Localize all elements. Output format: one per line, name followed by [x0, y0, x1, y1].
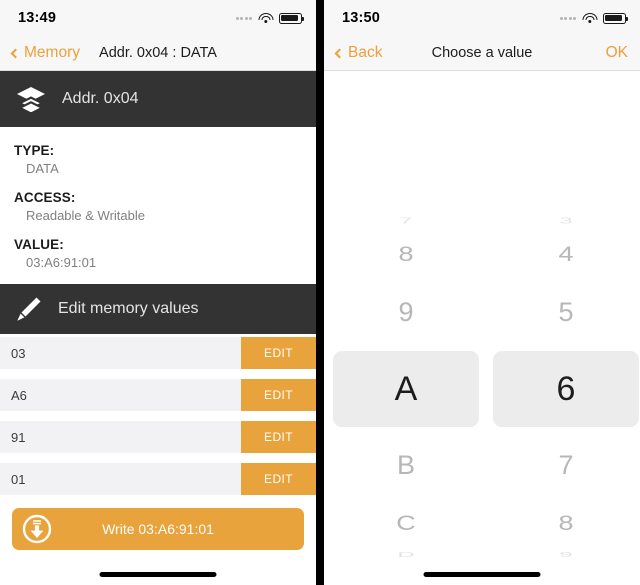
- dual-phone-screenshot: 13:49 Memory Addr. 0x04 : DATA Addr. 0x0…: [0, 0, 640, 585]
- value-value: 03:A6:91:01: [26, 255, 97, 270]
- write-button-label: Write 03:A6:91:01: [102, 521, 214, 537]
- type-key: TYPE:: [14, 143, 55, 158]
- wifi-icon: [258, 12, 274, 24]
- back-button-label: Back: [347, 44, 383, 61]
- panel-divider: [316, 0, 320, 585]
- picker-item[interactable]: D: [333, 551, 479, 558]
- byte-value: A6: [11, 387, 27, 403]
- cellular-dots-icon: [559, 16, 576, 20]
- picker-item-selected[interactable]: A: [332, 351, 479, 427]
- byte-value: 91: [11, 429, 26, 445]
- battery-icon: [603, 12, 628, 24]
- edit-memory-header: Edit memory values: [0, 284, 317, 334]
- edit-button[interactable]: EDIT: [241, 421, 317, 453]
- table-row[interactable]: 01 EDIT: [0, 463, 317, 495]
- picker-item[interactable]: 9: [493, 551, 639, 558]
- byte-value: 01: [11, 471, 26, 487]
- phone-right-value-picker: 13:50 Back Choose a value OK 7 8 9 A B C…: [323, 0, 640, 585]
- value-key: VALUE:: [14, 237, 64, 252]
- home-indicator: [423, 572, 541, 577]
- edit-memory-header-label: Edit memory values: [58, 300, 199, 317]
- back-button[interactable]: Back: [334, 44, 383, 62]
- layers-icon: [16, 86, 46, 112]
- picker-item[interactable]: 3: [493, 217, 639, 225]
- picker-item[interactable]: B: [333, 448, 479, 482]
- chevron-left-icon: [334, 48, 345, 58]
- status-time: 13:50: [341, 10, 381, 26]
- edit-button[interactable]: EDIT: [241, 463, 317, 495]
- picker-item[interactable]: 9: [333, 295, 479, 329]
- picker-item[interactable]: 8: [493, 511, 639, 534]
- picker-item-selected[interactable]: 6: [492, 351, 639, 427]
- access-key: ACCESS:: [14, 190, 76, 205]
- byte-value: 03: [11, 345, 26, 361]
- picker-item[interactable]: 7: [333, 217, 479, 225]
- pencil-icon: [16, 296, 42, 322]
- table-row[interactable]: 03 EDIT: [0, 337, 317, 369]
- table-row[interactable]: A6 EDIT: [0, 379, 317, 411]
- wifi-icon: [582, 12, 597, 24]
- picker-column-low-nibble[interactable]: 3 4 5 6 7 8 9: [492, 71, 639, 569]
- address-header: Addr. 0x04: [0, 71, 317, 127]
- ok-button[interactable]: OK: [606, 44, 628, 62]
- table-row[interactable]: 91 EDIT: [0, 421, 317, 453]
- write-button[interactable]: Write 03:A6:91:01: [12, 508, 305, 550]
- type-value: DATA: [26, 161, 59, 176]
- picker-item[interactable]: 4: [493, 242, 639, 265]
- value-picker[interactable]: 7 8 9 A B C D 3 4 5 6 7 8 9: [323, 71, 640, 569]
- memory-byte-rows: 03 EDIT A6 EDIT 91 EDIT 01 EDIT: [0, 334, 317, 495]
- status-bar-left: 13:49: [0, 0, 317, 36]
- battery-icon: [279, 12, 305, 24]
- back-button-memory[interactable]: Memory: [10, 44, 80, 62]
- back-button-label: Memory: [24, 44, 80, 61]
- picker-item[interactable]: 5: [493, 295, 639, 329]
- status-bar-right: 13:50: [323, 0, 640, 36]
- write-button-container: Write 03:A6:91:01: [0, 505, 316, 550]
- picker-item[interactable]: C: [333, 511, 479, 534]
- phone-left-memory-detail: 13:49 Memory Addr. 0x04 : DATA Addr. 0x0…: [0, 0, 317, 585]
- address-header-label: Addr. 0x04: [62, 90, 139, 107]
- memory-info-panel: TYPE: DATA ACCESS: Readable & Writable V…: [0, 127, 317, 284]
- home-indicator: [99, 572, 217, 577]
- status-indicators: [235, 12, 305, 24]
- access-value: Readable & Writable: [26, 208, 145, 223]
- edit-button[interactable]: EDIT: [241, 379, 317, 411]
- status-time: 13:49: [18, 10, 57, 26]
- picker-column-high-nibble[interactable]: 7 8 9 A B C D: [332, 71, 479, 569]
- picker-item[interactable]: 7: [493, 448, 639, 482]
- chevron-left-icon: [10, 48, 21, 58]
- download-circle-icon: [12, 514, 52, 544]
- cellular-dots-icon: [235, 16, 253, 20]
- edit-button[interactable]: EDIT: [241, 337, 317, 369]
- status-indicators: [559, 12, 628, 24]
- picker-item[interactable]: 8: [333, 242, 479, 265]
- nav-bar-right: Back Choose a value OK: [323, 36, 640, 71]
- nav-bar-left: Memory Addr. 0x04 : DATA: [0, 36, 317, 71]
